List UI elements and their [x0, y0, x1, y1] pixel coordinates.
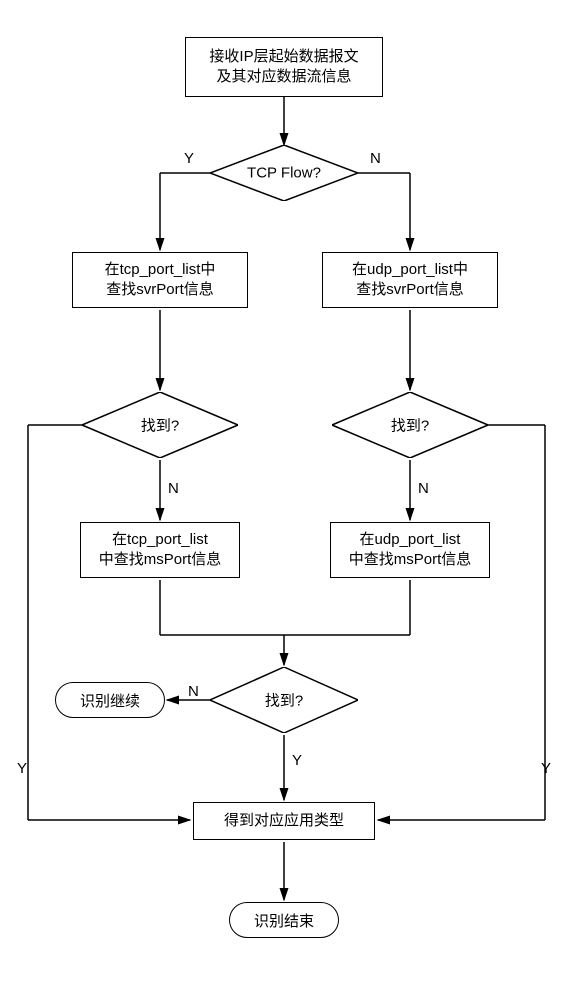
label-foundright-y: Y: [541, 760, 551, 777]
node-tcpflow-label: TCP Flow?: [247, 165, 321, 182]
node-continue: 识别继续: [55, 682, 165, 718]
node-end-label: 识别结束: [254, 910, 314, 931]
node-tcp-lookup-ms-label: 在tcp_port_list 中查找msPort信息: [99, 530, 222, 571]
node-found-left: 找到?: [82, 392, 238, 458]
node-udp-lookup-ms-label: 在udp_port_list 中查找msPort信息: [349, 530, 472, 571]
node-end: 识别结束: [229, 902, 339, 938]
node-continue-label: 识别继续: [80, 690, 140, 711]
node-tcp-lookup-svr: 在tcp_port_list中 查找svrPort信息: [72, 252, 248, 308]
label-foundleft-y: Y: [17, 760, 27, 777]
node-found-right: 找到?: [332, 392, 488, 458]
node-start: 接收IP层起始数据报文 及其对应数据流信息: [185, 37, 383, 97]
node-tcp-lookup-svr-label: 在tcp_port_list中 查找svrPort信息: [105, 260, 216, 301]
node-udp-lookup-svr-label: 在udp_port_list中 查找svrPort信息: [352, 260, 468, 301]
node-tcpflow: TCP Flow?: [210, 145, 358, 201]
label-foundleft-n: N: [168, 480, 179, 497]
label-foundbottom-y: Y: [292, 752, 302, 769]
node-tcp-lookup-ms: 在tcp_port_list 中查找msPort信息: [80, 522, 240, 578]
label-tcpflow-y: Y: [184, 150, 194, 167]
label-foundright-n: N: [418, 480, 429, 497]
node-found-right-label: 找到?: [391, 415, 429, 436]
node-start-label: 接收IP层起始数据报文 及其对应数据流信息: [209, 47, 358, 88]
node-result: 得到对应应用类型: [193, 802, 375, 840]
node-result-label: 得到对应应用类型: [224, 811, 344, 831]
node-found-left-label: 找到?: [141, 415, 179, 436]
node-found-bottom: 找到?: [210, 667, 358, 733]
label-foundbottom-n: N: [188, 683, 199, 700]
node-udp-lookup-svr: 在udp_port_list中 查找svrPort信息: [322, 252, 498, 308]
node-udp-lookup-ms: 在udp_port_list 中查找msPort信息: [330, 522, 490, 578]
node-found-bottom-label: 找到?: [265, 690, 303, 711]
label-tcpflow-n: N: [370, 150, 381, 167]
